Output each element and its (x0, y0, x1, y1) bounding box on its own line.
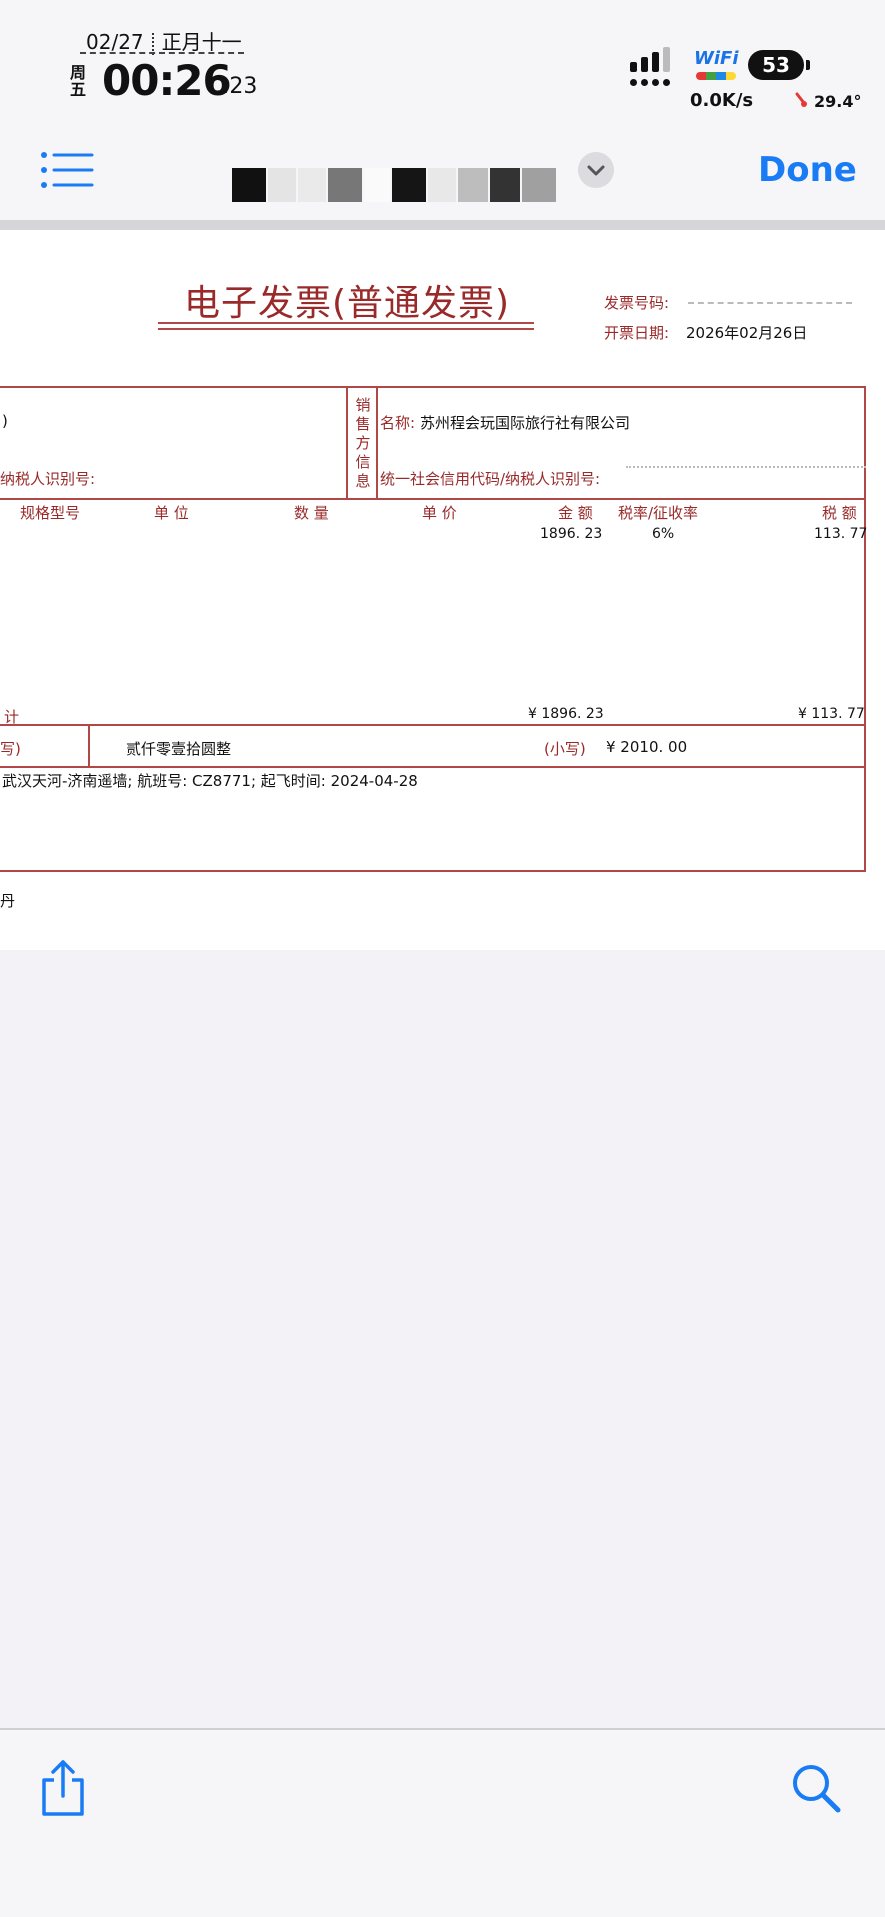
network-speed: 0.0K/s (690, 90, 754, 111)
total-amount: ¥ 1896. 23 (528, 706, 604, 722)
amount-small: ¥ 2010. 00 (606, 738, 688, 756)
chevron-down-icon[interactable] (578, 152, 614, 188)
navigation-bar: Done (0, 120, 885, 220)
redacted-document-title (232, 152, 566, 202)
search-icon[interactable] (790, 1762, 842, 1814)
seller-name-label: 名称: (380, 414, 416, 432)
table-divider (346, 386, 348, 500)
list-icon[interactable] (40, 150, 94, 190)
title-underline (158, 328, 534, 330)
invoice-number-label: 发票号码: (604, 294, 670, 312)
wifi-signal-icon (696, 72, 736, 80)
column-header-price: 单 价 (422, 504, 457, 522)
column-header-quantity: 数 量 (294, 504, 329, 522)
column-header-unit: 单 位 (154, 504, 189, 522)
table-border-bottom (0, 870, 866, 872)
total-tax: ¥ 113. 77 (798, 706, 865, 722)
clock: 00:26 (102, 56, 232, 105)
line-rate: 6% (652, 526, 675, 542)
line-tax: 113. 77 (814, 526, 868, 542)
line-amount: 1896. 23 (540, 526, 603, 542)
seller-side-label: 销售方信息 (355, 396, 371, 490)
amount-words-label: 写) (0, 740, 21, 758)
clock-seconds: :23 (222, 74, 258, 99)
table-border-right (864, 386, 866, 870)
seller-name: 苏州程会玩国际旅行社有限公司 (420, 414, 631, 432)
invoice-page[interactable]: 电子发票(普通发票) 发票号码: 开票日期: 2026年02月26日 ) 纳税人… (0, 230, 885, 950)
buyer-name-partial: ) (2, 412, 8, 430)
bottom-toolbar (0, 1730, 885, 1917)
title-underline (158, 322, 534, 324)
amount-in-words: 贰仟零壹拾圆整 (126, 740, 232, 758)
amount-small-label: (小写) (544, 740, 586, 758)
total-label: 计 (4, 708, 20, 726)
share-icon[interactable] (36, 1758, 90, 1818)
table-divider (0, 498, 866, 500)
cellular-signal-icon (630, 47, 674, 92)
table-divider (0, 766, 866, 768)
table-border-top (0, 386, 866, 388)
buyer-tax-id-label: 纳税人识别号: (0, 470, 96, 488)
column-header-rate: 税率/征收率 (618, 504, 699, 522)
done-button[interactable]: Done (758, 150, 857, 190)
date: 02/27 (86, 30, 144, 54)
status-bar: 02/27 正月十一 周五 00:26 :23 WiFi 53 0.0K/s 29… (0, 0, 885, 120)
column-header-spec: 规格型号 (20, 504, 81, 522)
remark: 武汉天河-济南遥墙; 航班号: CZ8771; 起飞时间: 2024-04-28 (2, 772, 418, 790)
wifi-label: WiFi (694, 48, 739, 69)
nav-divider (0, 220, 885, 230)
column-header-amount: 金 额 (558, 504, 593, 522)
invoice-title: 电子发票(普通发票) (184, 283, 511, 324)
table-divider (0, 724, 866, 726)
invoice-number-redacted (688, 302, 852, 312)
seller-tax-id-redacted (626, 466, 866, 482)
table-divider (88, 724, 90, 768)
battery-tip (806, 60, 810, 70)
thermometer-icon (795, 92, 807, 107)
date-display: 02/27 正月十一 (86, 26, 242, 55)
date-underline (80, 52, 244, 54)
issue-date-label: 开票日期: (604, 324, 670, 342)
seller-tax-id-label: 统一社会信用代码/纳税人识别号: (380, 470, 601, 488)
lunar-date: 正月十一 (161, 30, 242, 54)
table-divider (376, 386, 378, 500)
column-header-tax: 税 额 (822, 504, 857, 522)
weekday: 周五 (70, 63, 87, 99)
footer-partial: 丹 (0, 892, 16, 910)
battery-indicator: 53 (748, 50, 804, 80)
issue-date: 2026年02月26日 (686, 324, 808, 342)
temperature: 29.4° (814, 92, 862, 111)
